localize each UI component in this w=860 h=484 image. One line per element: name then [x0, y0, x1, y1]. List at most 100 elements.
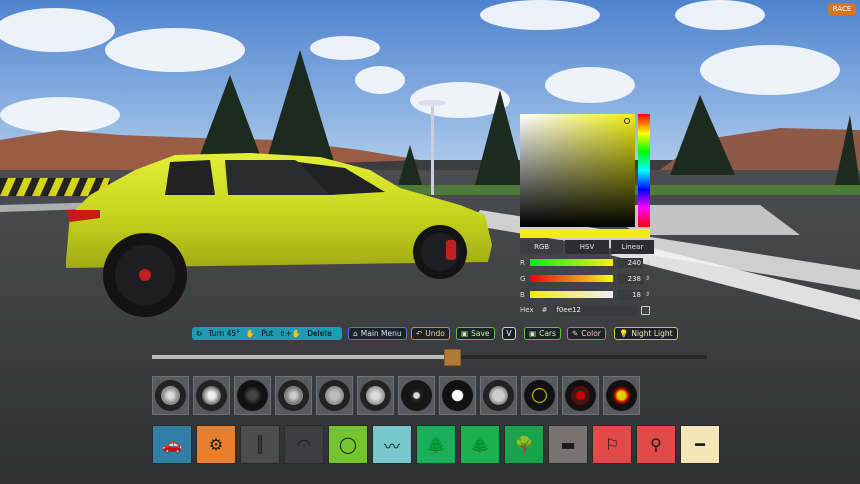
- object-road-straight-button[interactable]: ║: [240, 425, 280, 464]
- color-button[interactable]: ✎ Color: [567, 327, 606, 340]
- spinner-icon[interactable]: ⇕: [645, 275, 650, 282]
- undo-button[interactable]: ↶ Undo: [411, 327, 450, 340]
- undo-label: Undo: [425, 329, 445, 338]
- spinner-icon[interactable]: ⇕: [645, 291, 650, 298]
- channel-g-slider[interactable]: [530, 275, 613, 282]
- track-loop-icon: ◯: [339, 435, 357, 454]
- object-tree-fir-button[interactable]: 🌲: [460, 425, 500, 464]
- rim-icon: [571, 386, 590, 405]
- rim-icon: [612, 386, 631, 405]
- main-menu-button[interactable]: ⌂ Main Menu: [348, 327, 407, 340]
- wheel-4-button[interactable]: [275, 376, 312, 415]
- object-rock-button[interactable]: ▬: [548, 425, 588, 464]
- wheel-icon: [196, 380, 227, 411]
- wheel-selector: [152, 376, 640, 415]
- object-bush-button[interactable]: 🌳: [504, 425, 544, 464]
- hex-input[interactable]: f0ee12: [553, 304, 638, 316]
- channel-g-value[interactable]: 238: [617, 273, 643, 284]
- save-button[interactable]: ▣ Save: [456, 327, 495, 340]
- sign-plank-icon: ━: [695, 435, 705, 454]
- color-label: Color: [581, 329, 601, 338]
- shift-icon: ⇧+✋: [279, 329, 302, 338]
- channel-r-row: R 240 ⇕: [520, 257, 654, 268]
- wheel-7-button[interactable]: [398, 376, 435, 415]
- wheel-icon: [524, 380, 555, 411]
- wheel-icon: [606, 380, 637, 411]
- rim-icon: [448, 386, 467, 405]
- barrier-icon: ⚐: [604, 435, 620, 454]
- rock-icon: ▬: [560, 435, 576, 454]
- rotate-icon: ↻: [196, 329, 203, 338]
- rim-icon: [284, 386, 303, 405]
- wheel-12-button[interactable]: [603, 376, 640, 415]
- bulb-icon: 💡: [619, 329, 629, 338]
- wheel-icon: [360, 380, 391, 411]
- object-wheel-button[interactable]: ⚙: [196, 425, 236, 464]
- tab-hsv[interactable]: HSV: [565, 240, 609, 254]
- wheel-8-button[interactable]: [439, 376, 476, 415]
- object-road-curve-button[interactable]: ◠: [284, 425, 324, 464]
- channel-b-row: B 18 ⇕: [520, 289, 654, 300]
- wheel-icon: [483, 380, 514, 411]
- color-preview: [520, 229, 650, 238]
- copy-icon[interactable]: [641, 305, 651, 315]
- night-light-button[interactable]: 💡 Night Light: [614, 327, 678, 340]
- object-barrier-button[interactable]: ⚐: [592, 425, 632, 464]
- wheel-11-button[interactable]: [562, 376, 599, 415]
- channel-b-slider[interactable]: [530, 291, 613, 298]
- timeline-handle[interactable]: [443, 349, 461, 366]
- v-button[interactable]: V: [502, 327, 516, 340]
- tab-rgb[interactable]: RGB: [520, 240, 564, 254]
- object-track-loop-button[interactable]: ◯: [328, 425, 368, 464]
- object-tree-pine-button[interactable]: 🌲: [416, 425, 456, 464]
- object-lamp-post-button[interactable]: ⚲: [636, 425, 676, 464]
- race-button[interactable]: RACE: [828, 3, 856, 15]
- cars-label: Cars: [539, 329, 556, 338]
- main-menu-label: Main Menu: [360, 329, 402, 338]
- car-icon: 🚗: [162, 435, 182, 454]
- wheel-2-button[interactable]: [193, 376, 230, 415]
- sv-cursor[interactable]: [624, 118, 630, 124]
- object-sign-plank-button[interactable]: ━: [680, 425, 720, 464]
- delete-button[interactable]: Delete: [307, 329, 332, 338]
- hex-label: Hex: [520, 306, 534, 314]
- wheel-9-button[interactable]: [480, 376, 517, 415]
- object-palette: 🚗 ⚙ ║ ◠ ◯ 〰 🌲 🌲 🌳 ▬ ⚐ ⚲ ━: [152, 425, 720, 464]
- save-label: Save: [471, 329, 490, 338]
- wheel-6-button[interactable]: [357, 376, 394, 415]
- rim-icon: [530, 386, 549, 405]
- road-curve-icon: ◠: [297, 435, 311, 454]
- channel-r-value[interactable]: 240: [617, 257, 643, 268]
- rim-icon: [325, 386, 344, 405]
- put-button[interactable]: Put: [261, 329, 273, 338]
- hue-slider[interactable]: [638, 114, 650, 227]
- rim-icon: [489, 386, 508, 405]
- home-icon: ⌂: [353, 329, 358, 338]
- tab-linear[interactable]: Linear: [610, 240, 654, 254]
- wheel-1-button[interactable]: [152, 376, 189, 415]
- channel-r-slider[interactable]: [530, 259, 613, 266]
- undo-icon: ↶: [416, 329, 423, 338]
- saturation-value-square[interactable]: [520, 114, 635, 227]
- tree-pine-icon: 🌲: [426, 435, 446, 454]
- wheel-icon: [155, 380, 186, 411]
- wheel-3-button[interactable]: [234, 376, 271, 415]
- timeline-slider[interactable]: [152, 349, 707, 366]
- object-car-button[interactable]: 🚗: [152, 425, 192, 464]
- channel-b-value[interactable]: 18: [617, 289, 643, 300]
- hex-prefix: #: [541, 306, 548, 314]
- road-straight-icon: ║: [255, 435, 265, 454]
- object-track-piece-button[interactable]: 〰: [372, 425, 412, 464]
- wheel-5-button[interactable]: [316, 376, 353, 415]
- wheel-icon: [565, 380, 596, 411]
- rim-icon: [366, 386, 385, 405]
- save-icon: ▣: [461, 329, 469, 338]
- wheel-10-button[interactable]: [521, 376, 558, 415]
- car-icon: ▣: [529, 329, 537, 338]
- cars-button[interactable]: ▣ Cars: [524, 327, 561, 340]
- turn-button[interactable]: Turn 45°: [208, 329, 240, 338]
- rim-icon: [407, 386, 426, 405]
- timeline-fill: [152, 355, 452, 359]
- spinner-icon[interactable]: ⇕: [645, 259, 650, 266]
- hex-row: Hex # f0ee12: [520, 304, 654, 316]
